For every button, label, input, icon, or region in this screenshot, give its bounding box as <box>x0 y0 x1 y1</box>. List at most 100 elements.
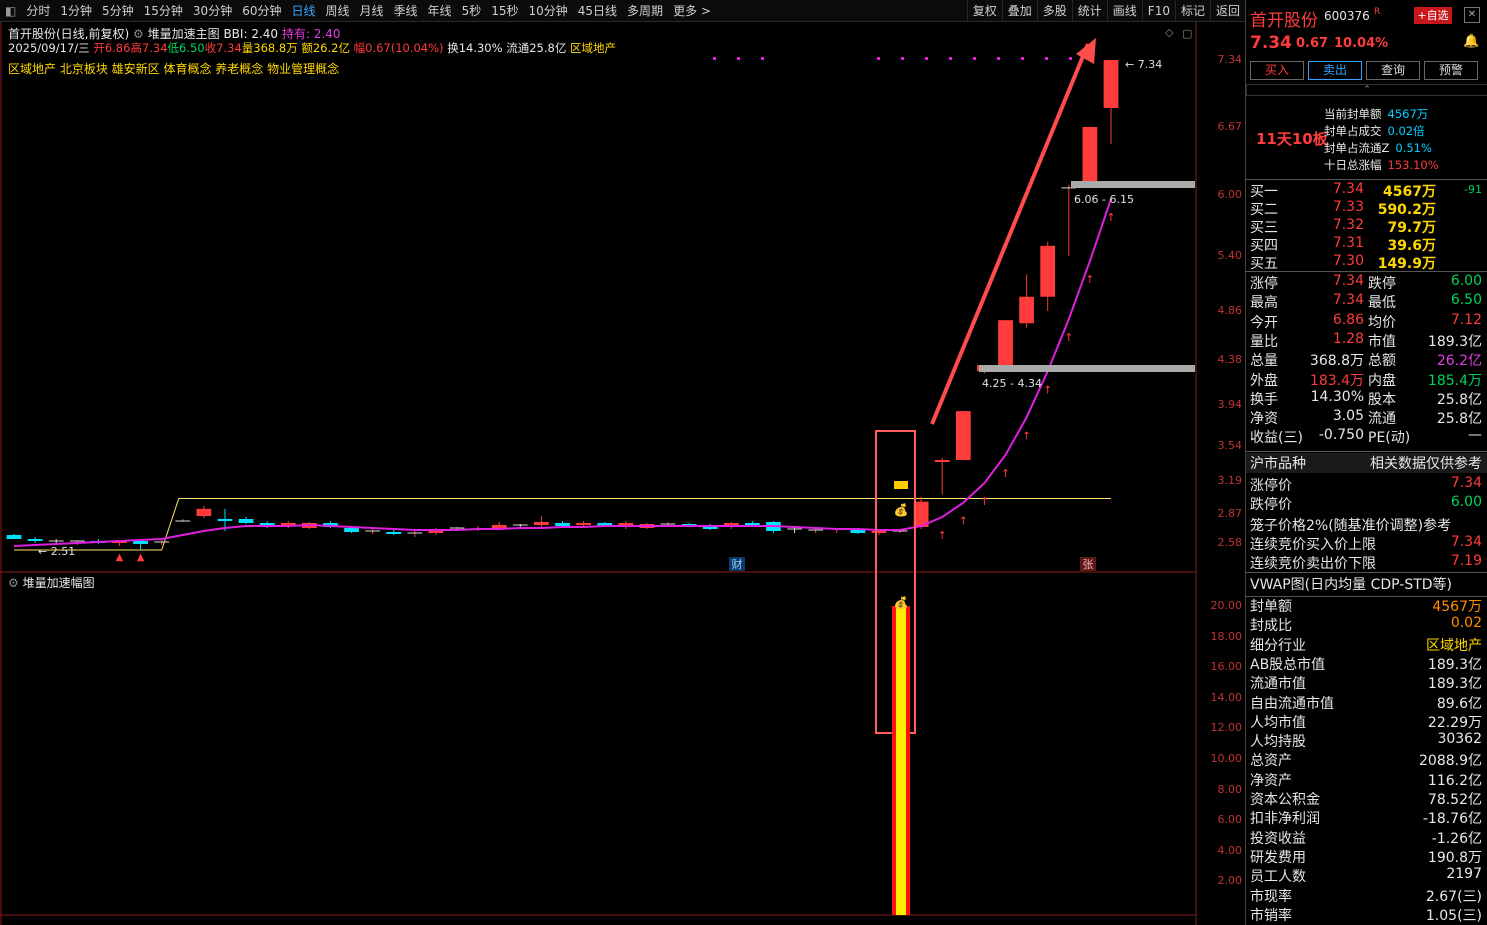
tab-9[interactable]: 季线 <box>389 2 423 19</box>
stock-chart-window: ◧ 分时 1分钟 5分钟 15分钟 30分钟 60分钟 日线 周线 月线 季线 年线 5秒 15秒 10分… <box>0 0 1487 925</box>
info-row: 流通市值 189.3亿 <box>1246 673 1487 692</box>
hs-note: 相关数据仅供参考 <box>1370 456 1482 472</box>
candle-body <box>597 523 613 526</box>
tool-button-4[interactable]: 画线 <box>1106 0 1142 22</box>
tab-6[interactable]: 日线 <box>286 2 320 19</box>
buy-arrow-mark: ↑ <box>1022 429 1031 442</box>
stock-name-line: 首开股份(日线,前复权) <box>8 27 130 41</box>
query-button[interactable]: 查询 <box>1366 61 1420 80</box>
info-row: 封成比 0.02 <box>1246 615 1487 634</box>
money-bag-icon: 💰 <box>894 596 909 610</box>
signal-dot <box>877 57 880 60</box>
info-value: 2197 <box>1446 866 1482 883</box>
trend-arrowhead <box>1076 38 1096 64</box>
info-value: 30362 <box>1437 731 1482 748</box>
candle-body <box>534 522 549 525</box>
tool-button-2[interactable]: 多股 <box>1036 0 1072 22</box>
alert-button[interactable]: 预警 <box>1424 61 1478 80</box>
tool-button-6[interactable]: 标记 <box>1174 0 1210 22</box>
close-icon[interactable]: ✕ <box>1464 7 1480 23</box>
tab-4[interactable]: 30分钟 <box>188 2 237 19</box>
bid-qty: 149.9万 <box>1377 256 1436 272</box>
sub-settings-icon[interactable]: ⚙ <box>8 576 19 590</box>
ohlc-open: 开6.86 <box>93 41 131 55</box>
candle-body <box>196 508 212 516</box>
toolbar-toggle-icon[interactable]: ◧ <box>0 4 21 18</box>
candle-body <box>217 519 233 521</box>
bid-price: 7.31 <box>1332 235 1364 251</box>
stock-code: 600376 <box>1324 9 1370 23</box>
sell-button[interactable]: 卖出 <box>1308 61 1362 80</box>
info-row: 投资收益 -1.26亿 <box>1246 828 1487 847</box>
candle-body <box>723 523 739 527</box>
bid-price: 7.34 <box>1332 181 1364 197</box>
tool-button-1[interactable]: 叠加 <box>1001 0 1037 22</box>
tab-13[interactable]: 10分钟 <box>523 2 572 19</box>
collapse-icon[interactable]: ⌃ <box>1246 84 1487 96</box>
candle-body <box>344 528 359 532</box>
tool-button-7[interactable]: 返回 <box>1209 0 1245 22</box>
tab-12[interactable]: 15秒 <box>486 2 523 19</box>
bid-row: 买三 7.32 79.7万 <box>1246 217 1487 236</box>
tab-0[interactable]: 分时 <box>21 2 55 19</box>
price-tick-label: 3.19 <box>1217 474 1243 487</box>
candle-body <box>850 530 866 533</box>
tab-10[interactable]: 年线 <box>423 2 457 19</box>
tab-16[interactable]: 更多 > <box>668 2 716 19</box>
tab-5[interactable]: 60分钟 <box>237 2 286 19</box>
price-change: 0.67 <box>1296 36 1329 51</box>
stat-row: 换手 14.30% 股本 25.8亿 <box>1246 389 1487 408</box>
tab-7[interactable]: 周线 <box>321 2 355 19</box>
tool-button-3[interactable]: 统计 <box>1071 0 1107 22</box>
cai-badge <box>729 557 745 571</box>
candle-body <box>555 523 570 526</box>
tool-button-5[interactable]: F10 <box>1141 0 1175 22</box>
stat-key: 最低 <box>1368 295 1396 312</box>
tab-2[interactable]: 5分钟 <box>97 2 139 19</box>
ohlc-low: 低6.50 <box>167 41 205 55</box>
price-tick-label: 6.00 <box>1217 188 1243 201</box>
stat-key: 跌停 <box>1368 276 1396 292</box>
stat-value: 6.50 <box>1450 292 1482 309</box>
highlight-box <box>875 430 916 734</box>
signal-dot <box>949 57 952 60</box>
price-tick-label: 3.54 <box>1217 439 1243 452</box>
tab-8[interactable]: 月线 <box>355 2 389 19</box>
settings-icon[interactable]: ⚙ <box>133 27 144 41</box>
tool-button-0[interactable]: 复权 <box>966 0 1002 22</box>
concept-tags[interactable]: 区域地产 北京板块 雄安新区 体育概念 养老概念 物业管理概念 <box>8 60 339 77</box>
buy-button[interactable]: 买入 <box>1250 61 1304 80</box>
bell-icon[interactable]: 🔔 <box>1463 34 1479 49</box>
candle-body <box>1103 60 1119 108</box>
info-row: 总资产 2088.9亿 <box>1246 750 1487 769</box>
candle-body <box>238 519 254 523</box>
auction-key: 连续竞价卖出价下限 <box>1250 556 1376 572</box>
bid-level: 买二 <box>1250 202 1278 218</box>
hold-value: 持有: 2.40 <box>281 27 341 41</box>
signal-dot <box>761 57 764 60</box>
signal-dot <box>737 57 740 60</box>
info-value: -1.26亿 <box>1431 830 1482 847</box>
stat-value: 368.8万 <box>1309 353 1364 370</box>
seal-row: 封单占成交 0.02倍 <box>1324 123 1425 139</box>
buy-arrow-mark: ↑ <box>938 529 947 542</box>
add-favorite-button[interactable]: +自选 <box>1414 7 1452 24</box>
buy-arrow-mark: ↑ <box>1085 273 1094 286</box>
signal-dot <box>901 57 904 60</box>
info-row: 细分行业 区域地产 <box>1246 635 1487 654</box>
tab-11[interactable]: 5秒 <box>457 2 487 19</box>
info-row: 市现率 2.67(三) <box>1246 886 1487 905</box>
tab-14[interactable]: 45日线 <box>573 2 622 19</box>
stat-key: 总量 <box>1250 353 1278 370</box>
signal-dot <box>973 57 976 60</box>
tab-3[interactable]: 15分钟 <box>139 2 188 19</box>
ohlc-sector: 区域地产 <box>569 41 616 55</box>
info-key: 人均持股 <box>1250 734 1306 751</box>
sub-bar-outer <box>892 606 910 915</box>
info-key: 封单额 <box>1250 599 1292 615</box>
candle-body <box>1040 245 1056 297</box>
indicator-name[interactable]: 堆量加速主图 <box>148 27 220 41</box>
tab-1[interactable]: 1分钟 <box>55 2 97 19</box>
tab-15[interactable]: 多周期 <box>622 2 668 19</box>
bbi-value: BBI: 2.40 <box>223 27 279 41</box>
